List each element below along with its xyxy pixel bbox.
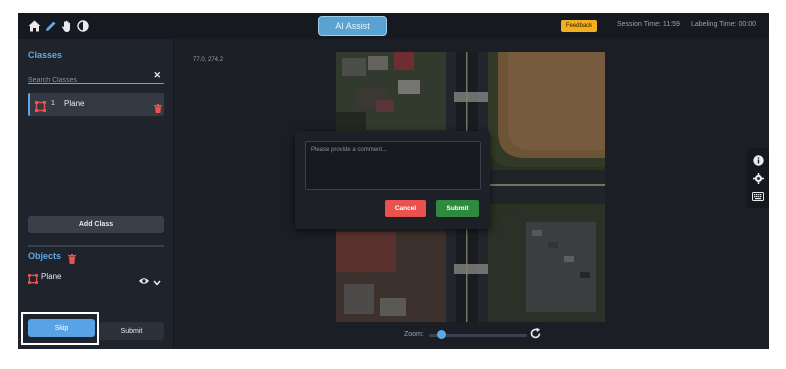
class-list-item[interactable]: 1 Plane bbox=[28, 93, 164, 116]
right-toolbar bbox=[747, 148, 769, 208]
feedback-button[interactable]: Feedback bbox=[561, 20, 597, 32]
dialog-submit-button[interactable]: Submit bbox=[436, 200, 479, 217]
divider bbox=[28, 245, 164, 247]
info-icon[interactable] bbox=[752, 154, 764, 166]
class-number: 1 bbox=[51, 100, 55, 107]
zoom-label: Zoom: bbox=[404, 331, 424, 338]
settings-icon[interactable] bbox=[752, 172, 764, 184]
bounding-box-icon bbox=[28, 271, 38, 284]
eye-icon[interactable] bbox=[139, 272, 149, 284]
keyboard-icon[interactable] bbox=[752, 190, 764, 202]
pencil-icon[interactable] bbox=[44, 19, 58, 33]
chevron-down-icon[interactable] bbox=[153, 273, 161, 286]
bounding-box-icon bbox=[35, 99, 46, 112]
top-bar: AI Assist Feedback Session Time: 11:59 L… bbox=[18, 13, 769, 39]
object-name: Plane bbox=[41, 272, 62, 281]
sidebar: Classes ✕ 1 Plane Add Class Objects Plan bbox=[18, 39, 174, 349]
hand-icon[interactable] bbox=[60, 19, 74, 33]
skip-button[interactable]: Skip bbox=[28, 319, 95, 337]
add-class-button[interactable]: Add Class bbox=[28, 216, 164, 233]
comment-dialog: Cancel Submit bbox=[295, 131, 490, 229]
delete-class-icon[interactable] bbox=[154, 100, 162, 113]
object-list-item[interactable]: Plane bbox=[28, 269, 164, 286]
session-time: Session Time: 11:59 bbox=[617, 21, 680, 28]
labeling-time: Labeling Time: 00:00 bbox=[691, 21, 756, 28]
objects-title: Objects bbox=[28, 251, 62, 261]
zoom-slider-thumb[interactable] bbox=[437, 330, 446, 339]
comment-textarea[interactable] bbox=[305, 141, 481, 190]
class-name: Plane bbox=[64, 99, 85, 108]
search-classes-input[interactable] bbox=[28, 73, 148, 88]
home-icon[interactable] bbox=[27, 19, 41, 33]
reset-rotate-icon[interactable] bbox=[529, 327, 542, 340]
contrast-icon[interactable] bbox=[76, 19, 90, 33]
clear-search-icon[interactable]: ✕ bbox=[153, 70, 161, 81]
submit-button[interactable]: Submit bbox=[99, 322, 164, 340]
cursor-coordinates: 77.0, 274.2 bbox=[193, 57, 224, 63]
cancel-button[interactable]: Cancel bbox=[385, 200, 426, 217]
class-search: ✕ bbox=[28, 69, 164, 88]
ai-assist-button[interactable]: AI Assist bbox=[318, 16, 387, 36]
app-window: AI Assist Feedback Session Time: 11:59 L… bbox=[18, 13, 769, 349]
delete-objects-icon[interactable] bbox=[68, 251, 76, 264]
classes-title: Classes bbox=[28, 50, 63, 60]
